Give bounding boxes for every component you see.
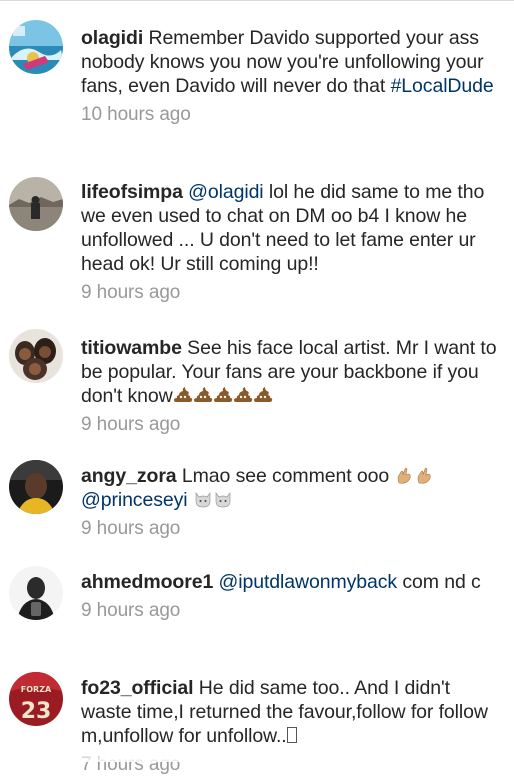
comment-timestamp: 9 hours ago bbox=[81, 600, 181, 621]
comment-username[interactable]: fo23_official bbox=[81, 677, 194, 699]
comment-username[interactable]: angy_zora bbox=[81, 465, 177, 487]
avatar-ahmedmoore1[interactable] bbox=[9, 566, 63, 620]
bottom-fade bbox=[0, 748, 514, 762]
cat-face-icon bbox=[213, 490, 233, 508]
avatar-image bbox=[9, 177, 63, 231]
pile-of-poo-icon bbox=[213, 386, 233, 404]
comment-username[interactable]: olagidi bbox=[81, 27, 143, 49]
comment-username[interactable]: titiowambe bbox=[81, 337, 182, 359]
comment-mention[interactable]: @iputdlawonmyback bbox=[219, 571, 398, 593]
top-divider bbox=[0, 0, 514, 1]
comment-text: olagidi Remember Davido supported your a… bbox=[81, 27, 494, 97]
pile-of-poo-icon bbox=[253, 386, 273, 404]
comment-text: fo23_official He did same too.. And I di… bbox=[81, 677, 488, 747]
comment-text: ahmedmoore1 @iputdlawonmyback com nd c bbox=[81, 571, 481, 593]
missing-glyph-icon bbox=[286, 727, 297, 743]
comment-timestamp: 9 hours ago bbox=[81, 414, 181, 435]
avatar-image bbox=[9, 329, 63, 383]
comment-hashtag[interactable]: #LocalDude bbox=[391, 75, 494, 97]
comment-text: angy_zora Lmao see comment ooo @princese… bbox=[81, 465, 434, 511]
avatar-image bbox=[9, 566, 63, 620]
svg-text:23: 23 bbox=[21, 699, 52, 724]
comment-mention[interactable]: @princeseyi bbox=[81, 489, 188, 511]
cat-face-icon bbox=[193, 490, 213, 508]
comment-text: lifeofsimpa @olagidi lol he did same to … bbox=[81, 181, 484, 275]
comment-username[interactable]: lifeofsimpa bbox=[81, 181, 183, 203]
comment-body: Lmao see comment ooo bbox=[176, 465, 395, 487]
comment-timestamp: 9 hours ago bbox=[81, 518, 181, 539]
avatar-olagidi[interactable] bbox=[9, 20, 63, 74]
ok-hand-icon bbox=[394, 466, 414, 484]
avatar-image bbox=[9, 460, 63, 514]
pile-of-poo-icon bbox=[173, 386, 193, 404]
avatar-image bbox=[9, 20, 63, 74]
avatar-titiowambe[interactable] bbox=[9, 329, 63, 383]
avatar-fo23_official[interactable]: FORZA 23 bbox=[9, 672, 63, 726]
avatar-lifeofsimpa[interactable] bbox=[9, 177, 63, 231]
comment-body: com nd c bbox=[397, 571, 481, 593]
comment-text: titiowambe See his face local artist. Mr… bbox=[81, 337, 497, 407]
avatar-image: FORZA 23 bbox=[9, 672, 63, 726]
comment-timestamp: 10 hours ago bbox=[81, 104, 191, 125]
svg-text:FORZA: FORZA bbox=[21, 685, 52, 694]
pile-of-poo-icon bbox=[193, 386, 213, 404]
avatar-angy_zora[interactable] bbox=[9, 460, 63, 514]
comment-username[interactable]: ahmedmoore1 bbox=[81, 571, 213, 593]
comment-timestamp: 9 hours ago bbox=[81, 282, 181, 303]
ok-hand-icon bbox=[414, 466, 434, 484]
pile-of-poo-icon bbox=[233, 386, 253, 404]
comment-mention[interactable]: @olagidi bbox=[188, 181, 263, 203]
